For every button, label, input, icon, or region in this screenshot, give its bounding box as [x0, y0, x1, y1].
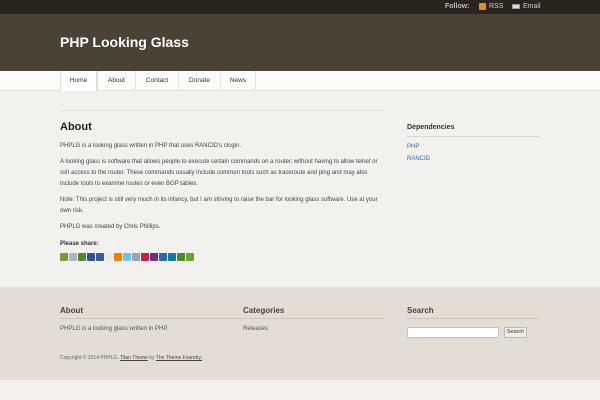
live-icon[interactable] [159, 253, 167, 261]
technorati-icon[interactable] [177, 253, 185, 261]
copyright: Copyright © 2014 PHPLG. Titan Theme by T… [60, 355, 202, 361]
sidebar-link-rancid[interactable]: RANCID [407, 156, 430, 162]
follow-label: Follow: [445, 3, 470, 10]
share-heading: Please share: [60, 241, 99, 247]
copyright-text: Copyright © 2014 PHPLG. [60, 355, 119, 361]
nav-item-donate[interactable]: Donate [178, 71, 220, 91]
footer-about-heading: About [60, 306, 84, 315]
sidebar-link-php[interactable]: PHP [407, 144, 419, 150]
search-button[interactable]: Search [504, 327, 527, 338]
google-bookmarks-icon[interactable] [105, 253, 113, 261]
note-paragraph: Note: This project is still very much in… [60, 197, 378, 214]
theme-author-link[interactable]: The Theme Foundry. [156, 355, 202, 361]
page-bottom [0, 380, 600, 400]
nav-item-about[interactable]: About [97, 71, 135, 91]
nav-item-news[interactable]: News [220, 71, 256, 91]
email-link[interactable]: Email [523, 3, 541, 10]
footer-search-heading: Search [407, 306, 434, 315]
by-text: by [149, 355, 155, 361]
delicious-icon[interactable] [87, 253, 95, 261]
sidebar-divider [407, 136, 540, 137]
myspace-icon[interactable] [141, 253, 149, 261]
site-title[interactable]: PHP Looking Glass [60, 34, 189, 50]
email-share-icon[interactable] [132, 253, 140, 261]
main-nav: Home About Contact Donate News [0, 71, 600, 91]
top-bar: Follow: RSS Email [0, 0, 600, 14]
blogger-icon[interactable] [114, 253, 122, 261]
twitter-icon[interactable] [123, 253, 131, 261]
rss-link[interactable]: RSS [489, 3, 503, 10]
footer-search-divider [407, 318, 540, 319]
category-link-releases[interactable]: Releases [243, 326, 268, 332]
stumbleupon-icon[interactable] [78, 253, 86, 261]
footer-about-divider [60, 318, 256, 319]
theme-link[interactable]: Titan Theme [120, 355, 148, 361]
yahoo-icon[interactable] [150, 253, 158, 261]
footer-categories-heading: Categories [243, 306, 285, 315]
nav-item-contact[interactable]: Contact [135, 71, 178, 91]
intro-paragraph: PHPLG is a looking glass written in PHP … [60, 143, 242, 149]
nav-item-home[interactable]: Home [60, 71, 97, 91]
print-icon[interactable] [60, 253, 68, 261]
description-paragraph: A looking glass is software that allows … [60, 159, 378, 187]
facebook-icon[interactable] [96, 253, 104, 261]
masthead: PHP Looking Glass [0, 14, 600, 71]
credit-paragraph: PHPLG was created by Chris Phillips. [60, 224, 161, 230]
digg-icon[interactable] [69, 253, 77, 261]
sidebar-heading: Dependencies [407, 124, 455, 131]
share-icons-row [60, 253, 194, 261]
linkedin-icon[interactable] [168, 253, 176, 261]
rss-icon[interactable] [479, 3, 486, 10]
email-icon[interactable] [512, 4, 520, 9]
page-title: About [60, 121, 92, 133]
search-input[interactable] [407, 327, 499, 338]
evernote-icon[interactable] [186, 253, 194, 261]
content-divider [60, 110, 384, 111]
footer-about-text: PHPLG is a looking glass written in PHP. [60, 326, 169, 332]
footer-categories-divider [243, 318, 384, 319]
